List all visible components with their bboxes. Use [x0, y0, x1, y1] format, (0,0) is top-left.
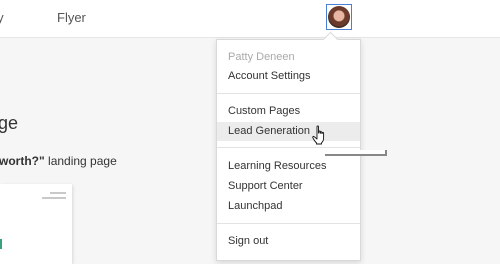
menu-item-account-settings[interactable]: Account Settings	[217, 67, 360, 86]
menu-item-launchpad[interactable]: Launchpad	[217, 197, 360, 216]
user-avatar[interactable]	[326, 4, 352, 30]
avatar-image	[328, 6, 350, 28]
menu-item-sign-out[interactable]: Sign out	[217, 232, 360, 251]
landing-page-preview-card[interactable]	[0, 184, 72, 264]
preview-accent-bar	[0, 239, 2, 249]
nav-item-flyer[interactable]: Flyer	[57, 10, 86, 25]
top-navigation-bar: erty Flyer	[0, 0, 500, 38]
menu-item-lead-generation[interactable]: Lead Generation	[217, 122, 360, 141]
page-subtitle: worth?" landing page	[0, 154, 117, 168]
menu-item-custom-pages[interactable]: Custom Pages	[217, 102, 360, 121]
tooltip-fragment	[325, 150, 387, 156]
page-subtitle-rest: landing page	[44, 154, 117, 168]
hand-pointer-icon	[312, 125, 325, 145]
preview-text-line	[50, 192, 66, 194]
menu-divider	[217, 223, 360, 224]
menu-user-name: Patty Deneen	[228, 51, 295, 63]
nav-item-property[interactable]: erty	[0, 10, 4, 25]
page-subtitle-bold: worth?"	[0, 154, 45, 168]
preview-text-line	[42, 197, 66, 199]
page-title: ge	[0, 113, 19, 133]
menu-item-support-center[interactable]: Support Center	[217, 177, 360, 196]
menu-divider	[217, 93, 360, 94]
menu-item-learning-resources[interactable]: Learning Resources	[217, 157, 360, 176]
menu-divider	[217, 147, 360, 148]
